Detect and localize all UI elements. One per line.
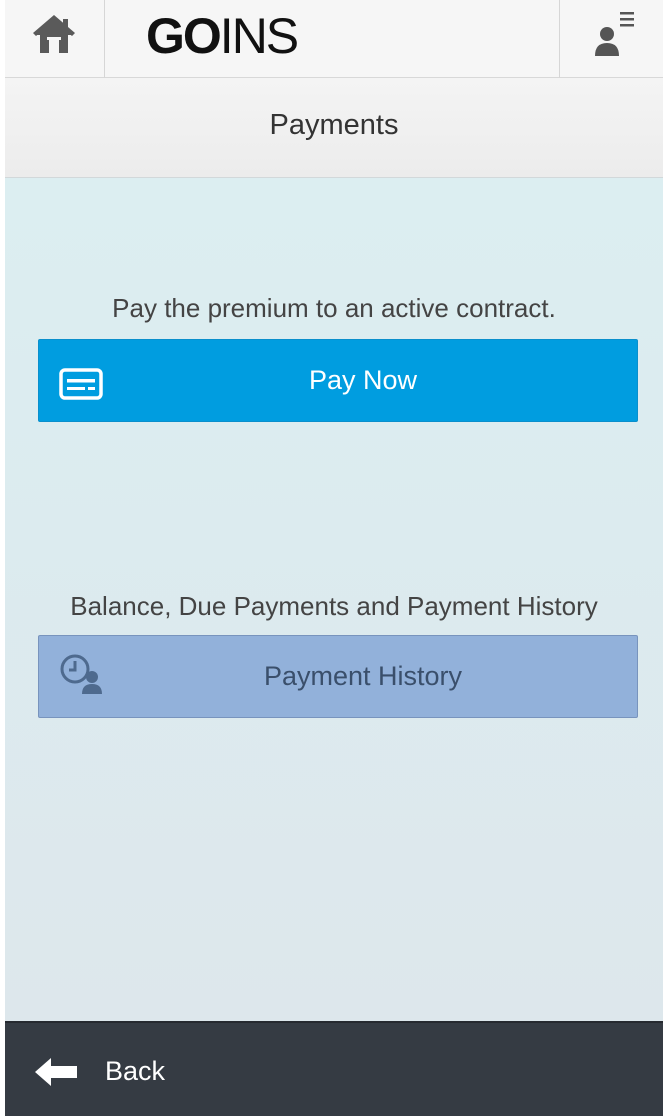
footer-bar: Back	[5, 1021, 663, 1116]
user-menu-button[interactable]	[559, 0, 663, 78]
user-menu-icon	[595, 12, 634, 56]
page-title-bar: Payments	[5, 78, 663, 178]
payment-history-button[interactable]: Payment History	[38, 635, 638, 718]
logo-ins: INS	[219, 8, 299, 64]
logo-go: GO	[146, 8, 222, 64]
home-button[interactable]	[5, 0, 105, 78]
payment-history-label: Payment History	[263, 661, 463, 691]
home-icon	[33, 15, 75, 53]
pay-now-label: Pay Now	[308, 365, 418, 395]
app-logo: GOINS	[146, 6, 299, 66]
page-title: Payments	[269, 109, 399, 141]
pay-now-button[interactable]: Pay Now	[38, 339, 638, 422]
history-description: Balance, Due Payments and Payment Histor…	[70, 591, 598, 621]
app-frame: GOINS Payments Pay the premium to an act…	[0, 0, 663, 1116]
app-header: GOINS	[5, 0, 663, 78]
back-label: Back	[105, 1056, 166, 1086]
main-content: Pay the premium to an active contract. P…	[5, 178, 663, 1021]
back-button[interactable]: Back	[5, 1023, 205, 1116]
pay-description: Pay the premium to an active contract.	[112, 293, 556, 323]
arrow-left-icon	[35, 1058, 77, 1086]
